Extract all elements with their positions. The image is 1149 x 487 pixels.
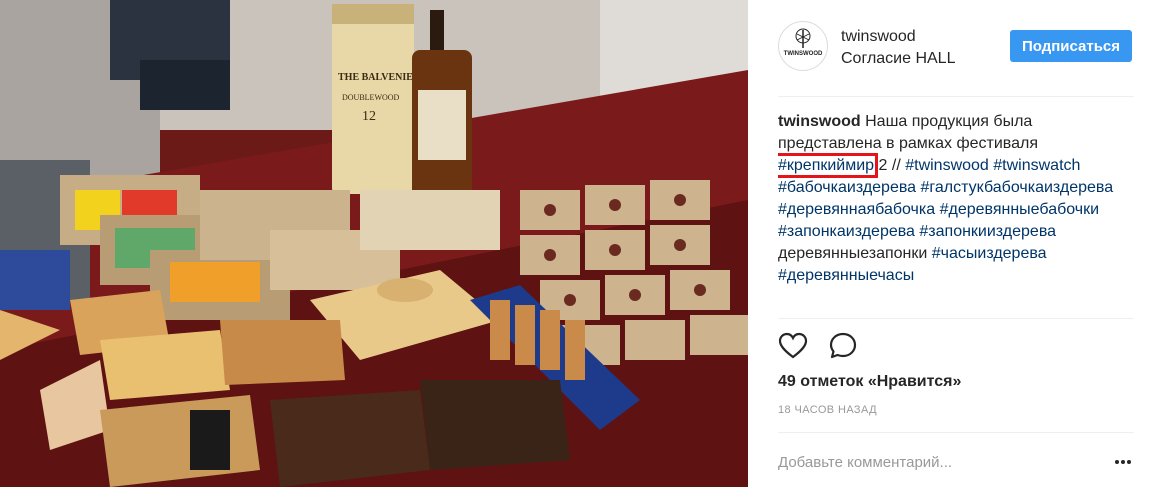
post-username[interactable]: twinswood — [841, 28, 916, 46]
post-caption: twinswood Наша продукция была представле… — [778, 111, 1128, 317]
avatar[interactable]: TWINSWOOD — [778, 21, 828, 71]
header-divider — [778, 96, 1134, 97]
comment-button[interactable] — [828, 331, 858, 361]
avatar-text: TWINSWOOD — [784, 51, 823, 57]
caption-divider — [778, 318, 1134, 319]
avatar-logo-icon: TWINSWOOD — [784, 28, 823, 57]
highlighted-hashtag[interactable]: #крепкиймир — [778, 153, 879, 178]
caption-username[interactable]: twinswood — [778, 113, 861, 130]
like-button[interactable] — [778, 331, 808, 361]
heart-icon — [778, 332, 808, 359]
post-photo[interactable]: THE BALVENIE DOUBLEWOOD 12 — [0, 0, 748, 487]
more-options-button[interactable] — [1113, 452, 1133, 472]
post-timestamp[interactable]: 18 ЧАСОВ НАЗАД — [778, 404, 877, 416]
instagram-post: THE BALVENIE DOUBLEWOOD 12 TWINSWOOD twi… — [0, 0, 1149, 487]
comment-input[interactable] — [778, 454, 1088, 471]
post-location[interactable]: Согласие HALL — [841, 50, 955, 68]
more-options-icon — [1115, 460, 1131, 464]
caption-text: 2 // — [878, 157, 906, 174]
comment-icon — [829, 332, 857, 359]
bottle-sub-text: DOUBLEWOOD — [342, 93, 400, 102]
post-side-panel: TWINSWOOD twinswood Согласие HALL Подпис… — [748, 0, 1149, 487]
post-header: TWINSWOOD twinswood Согласие HALL Подпис… — [748, 0, 1149, 96]
likes-count[interactable]: 49 отметок «Нравится» — [778, 373, 961, 391]
bottle-label-text: THE BALVENIE — [338, 72, 413, 83]
post-photo-image: THE BALVENIE DOUBLEWOOD 12 — [0, 0, 748, 487]
bottle-age-text: 12 — [362, 109, 376, 124]
caption-text: деревянныезапонки — [778, 245, 928, 262]
follow-button[interactable]: Подписаться — [1010, 30, 1132, 62]
comment-divider — [778, 432, 1134, 433]
